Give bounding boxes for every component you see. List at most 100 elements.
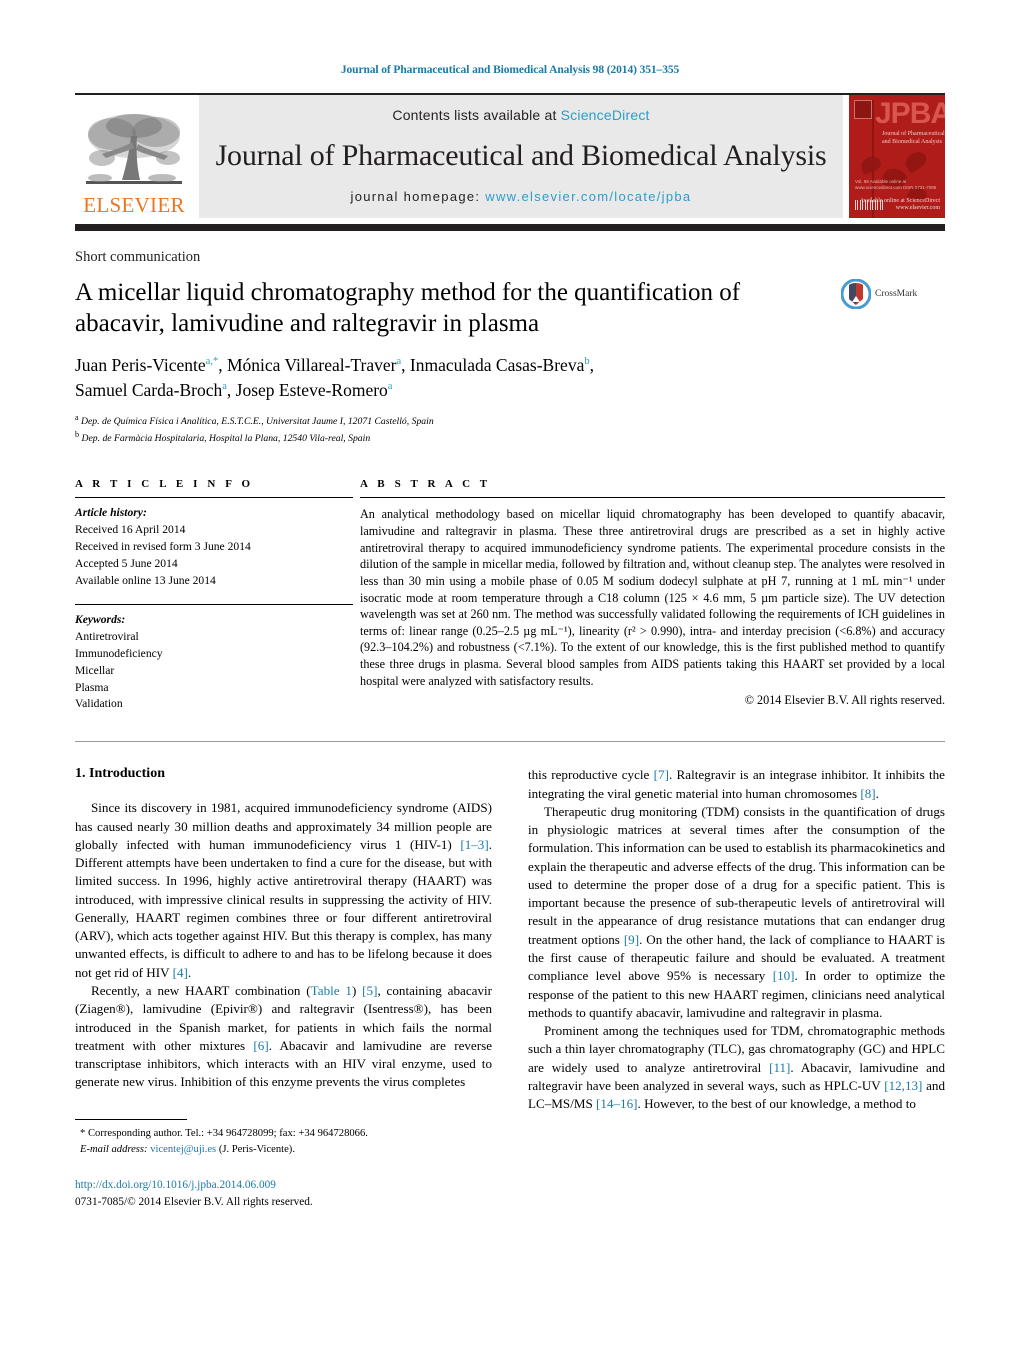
crossmark-label: CrossMark: [875, 289, 918, 299]
elsevier-wordmark: ELSEVIER: [83, 193, 185, 217]
citation-link[interactable]: [1–3]: [460, 837, 488, 852]
email-owner: (J. Peris-Vicente).: [218, 1143, 295, 1155]
article-history-item: Available online 13 June 2014: [75, 573, 216, 587]
body-column-left: 1. Introduction Since its discovery in 1…: [75, 766, 492, 1210]
citation-link[interactable]: [12,13]: [884, 1078, 922, 1093]
affiliation-text: Dep. de Química Física i Analítica, E.S.…: [81, 415, 434, 427]
author-affiliation-marker: a: [387, 381, 393, 393]
corresponding-author-text: Corresponding author. Tel.: +34 96472809…: [87, 1127, 368, 1139]
article-info-rule: [75, 497, 353, 499]
cover-subtitle: Journal of Pharmaceutical and Biomedical…: [882, 131, 945, 145]
issn-copyright-line: 0731-7085/© 2014 Elsevier B.V. All right…: [75, 1195, 313, 1208]
citation-link[interactable]: [9]: [624, 932, 639, 947]
citation-link[interactable]: [5]: [362, 983, 377, 998]
citation-link[interactable]: [7]: [654, 767, 669, 782]
article-history-title: Article history:: [75, 506, 147, 520]
contents-lists-line: Contents lists available at ScienceDirec…: [392, 107, 649, 123]
journal-homepage-line: journal homepage: www.elsevier.com/locat…: [351, 189, 692, 204]
affiliation-text: Dep. de Farmàcia Hospitalaria, Hospital …: [81, 433, 371, 445]
citation-link[interactable]: Table 1: [311, 983, 352, 998]
citation-link[interactable]: [10]: [773, 968, 795, 983]
elsevier-logo: ELSEVIER: [75, 95, 193, 218]
info-abstract-block: A R T I C L E I N F O Article history: R…: [75, 478, 945, 713]
keywords-rule: [75, 603, 353, 605]
masthead-center: Contents lists available at ScienceDirec…: [199, 95, 843, 218]
elsevier-tree-icon: [86, 114, 182, 184]
keywords-list: Keywords: Antiretroviral Immunodeficienc…: [75, 612, 353, 714]
footnote-marker: *: [80, 1127, 86, 1139]
journal-cover-thumbnail: JPBA Journal of Pharmaceutical and Biome…: [849, 95, 945, 218]
running-head: Journal of Pharmaceutical and Biomedical…: [340, 64, 680, 76]
author-name: , Mónica Villareal-Traver: [218, 355, 397, 375]
abstract-rule: [360, 497, 945, 499]
article-info-column: A R T I C L E I N F O Article history: R…: [75, 478, 353, 713]
section-heading-introduction: 1. Introduction: [75, 766, 165, 782]
journal-masthead: ELSEVIER Contents lists available at Sci…: [75, 93, 945, 218]
author-name: , Inmaculada Casas-Breva: [401, 355, 585, 375]
keyword-item: Plasma: [75, 680, 109, 694]
affiliation-marker: a: [75, 412, 79, 422]
cover-blob: [859, 154, 883, 175]
body-column-right: this reproductive cycle [7]. Raltegravir…: [528, 766, 945, 1210]
paragraph: Recently, a new HAART combination (Table…: [75, 983, 493, 1090]
cover-elsevier-mark: [854, 100, 872, 119]
keyword-item: Micellar: [75, 663, 115, 677]
article-history-item: Received in revised form 3 June 2014: [75, 540, 251, 554]
title-row: A micellar liquid chromatography method …: [75, 277, 945, 339]
footnote-rule: [75, 1118, 187, 1120]
affiliation-list: a Dep. de Química Física i Analítica, E.…: [75, 412, 945, 447]
keyword-item: Antiretroviral: [75, 629, 139, 643]
cover-low-text: Vol. 98 Available online at www.scienced…: [855, 178, 937, 191]
cover-blob: [902, 148, 930, 174]
footnote-block: * Corresponding author. Tel.: +34 964728…: [75, 1126, 492, 1158]
contents-lists-prefix: Contents lists available at: [392, 107, 561, 123]
abstract-column: A B S T R A C T An analytical methodolog…: [353, 478, 945, 713]
doi-link[interactable]: http://dx.doi.org/10.1016/j.jpba.2014.06…: [75, 1177, 492, 1193]
affiliation-marker: b: [75, 429, 80, 439]
crossmark-icon: [841, 279, 871, 309]
citation-link[interactable]: [4]: [173, 965, 188, 980]
doi-block: http://dx.doi.org/10.1016/j.jpba.2014.06…: [75, 1177, 492, 1210]
paragraph: Since its discovery in 1981, acquired im…: [75, 800, 492, 980]
paragraph: Prominent among the techniques used for …: [528, 1023, 945, 1112]
abstract-text: An analytical methodology based on micel…: [360, 507, 945, 688]
citation-link[interactable]: [6]: [253, 1038, 268, 1053]
keywords-title: Keywords:: [75, 612, 126, 626]
author-name: Juan Peris-Vicente: [75, 355, 206, 375]
author-affiliation-marker: a,*: [205, 356, 219, 368]
corresponding-author-note: * Corresponding author. Tel.: +34 964728…: [75, 1126, 492, 1142]
keyword-item: Validation: [75, 697, 123, 711]
author-name: Samuel Carda-Broch: [75, 379, 223, 400]
affiliation-item: b Dep. de Farmàcia Hospitalaria, Hospita…: [75, 429, 945, 446]
masthead-bottom-bar: [75, 224, 945, 231]
cover-foot-logo: Available online at ScienceDirect www.el…: [859, 197, 940, 211]
email-note: E-mail address: vicentej@uji.es (J. Peri…: [75, 1142, 492, 1158]
author-separator: ,: [589, 355, 594, 375]
article-history-item: Accepted 5 June 2014: [75, 556, 178, 570]
citation-link[interactable]: [8]: [860, 786, 875, 801]
keyword-item: Immunodeficiency: [75, 646, 163, 660]
cover-acronym: JPBA: [875, 97, 945, 130]
crossmark-badge[interactable]: CrossMark: [841, 279, 917, 309]
homepage-url-link[interactable]: www.elsevier.com/locate/jpba: [485, 189, 691, 204]
paragraph: Therapeutic drug monitoring (TDM) consis…: [528, 803, 946, 1020]
article-type-label: Short communication: [75, 249, 201, 265]
sciencedirect-link[interactable]: ScienceDirect: [561, 107, 650, 123]
paragraph: this reproductive cycle [7]. Raltegravir…: [528, 767, 945, 801]
journal-article-page: Journal of Pharmaceutical and Biomedical…: [0, 0, 1020, 1351]
email-label: E-mail address:: [80, 1143, 148, 1155]
citation-link[interactable]: [11]: [769, 1060, 790, 1075]
email-link[interactable]: vicentej@uji.es: [150, 1144, 216, 1155]
citation-link[interactable]: [14–16]: [596, 1096, 637, 1111]
affiliation-item: a Dep. de Química Física i Analítica, E.…: [75, 412, 945, 429]
body-separator-rule: [75, 741, 945, 743]
page-title: A micellar liquid chromatography method …: [75, 279, 741, 337]
abstract-copyright: © 2014 Elsevier B.V. All rights reserved…: [744, 693, 945, 708]
homepage-prefix: journal homepage:: [350, 189, 486, 204]
journal-title: Journal of Pharmaceutical and Biomedical…: [215, 139, 827, 172]
article-history: Article history: Received 16 April 2014 …: [75, 505, 353, 590]
abstract-heading: A B S T R A C T: [360, 478, 491, 491]
author-list: Juan Peris-Vicentea,*, Mónica Villareal-…: [75, 353, 945, 403]
author-name: , Josep Esteve-Romero: [226, 379, 388, 400]
article-history-item: Received 16 April 2014: [75, 523, 186, 537]
